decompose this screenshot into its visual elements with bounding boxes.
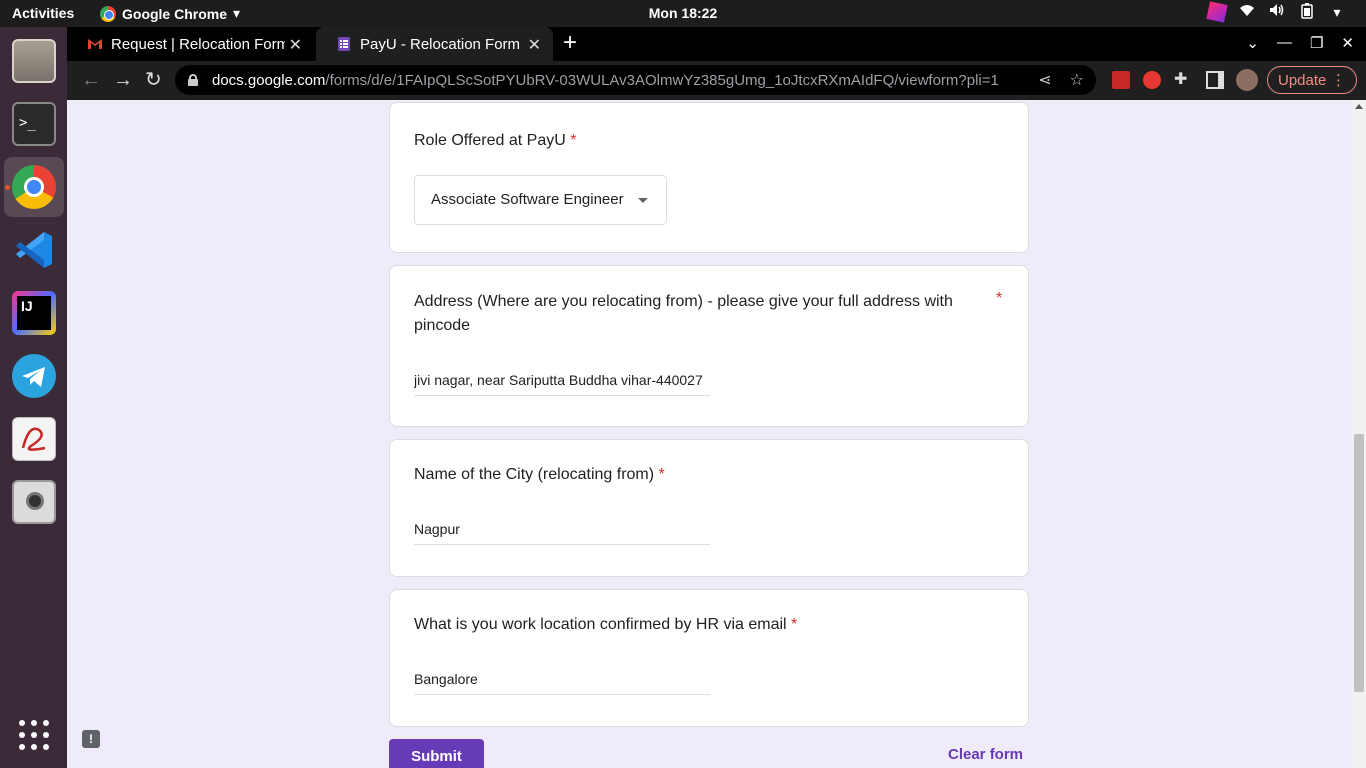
browser-toolbar: ← → ↻ docs.google.com/forms/d/e/1FAIpQLS… — [67, 61, 1366, 100]
scrollbar-thumb[interactable] — [1354, 434, 1364, 692]
question-title: What is you work location confirmed by H… — [414, 616, 798, 633]
question-title: Name of the City (relocating from) * — [414, 466, 665, 483]
google-forms-icon — [336, 36, 352, 52]
work-location-input[interactable]: Bangalore — [414, 663, 710, 695]
volume-icon — [1268, 3, 1286, 21]
page-scrollbar[interactable] — [1352, 100, 1366, 768]
chrome-icon — [12, 165, 56, 209]
tab-title: Request | Relocation Form — [111, 35, 285, 53]
update-button[interactable]: Update ⋮ — [1267, 66, 1357, 94]
submit-button[interactable]: Submit — [389, 739, 484, 768]
show-applications-button[interactable] — [4, 705, 64, 765]
dock-camera[interactable] — [4, 472, 64, 532]
bookmark-star-icon[interactable]: ☆ — [1070, 70, 1084, 90]
camera-icon — [12, 480, 56, 524]
lock-icon[interactable] — [188, 74, 198, 86]
tab-search-icon[interactable]: ⌄ — [1246, 34, 1259, 52]
dock-telegram[interactable] — [4, 346, 64, 406]
dropdown-selected-value: Associate Software Engineer — [431, 191, 624, 208]
close-window-icon[interactable]: ✕ — [1341, 34, 1354, 52]
intellij-icon: IJ — [12, 291, 56, 335]
extensions-puzzle-icon[interactable]: ✚ — [1174, 71, 1192, 89]
app-menu[interactable]: Google Chrome ▾ — [100, 5, 240, 22]
app-menu-label: Google Chrome — [122, 5, 228, 22]
extension-bookmark-icon[interactable] — [1112, 71, 1130, 89]
required-asterisk: * — [570, 132, 577, 149]
required-asterisk: * — [996, 290, 1003, 307]
app-grid-icon — [19, 720, 49, 750]
city-input[interactable]: Nagpur — [414, 513, 710, 545]
reload-icon[interactable]: ↻ — [145, 69, 162, 91]
close-icon[interactable]: ✕ — [289, 35, 302, 55]
dock-document-viewer[interactable] — [4, 409, 64, 469]
side-panel-icon[interactable] — [1206, 71, 1224, 89]
question-title: Role Offered at PayU * — [414, 132, 577, 149]
dock: >_ IJ — [0, 27, 67, 768]
vscode-icon — [12, 228, 56, 272]
question-card-address: Address (Where are you relocating from) … — [389, 265, 1029, 427]
dropdown-arrow-icon — [638, 198, 648, 203]
more-vert-icon: ⋮ — [1331, 72, 1346, 89]
omnibox-actions: ⋖ ☆ — [1038, 70, 1084, 90]
app-indicator-icon[interactable] — [1206, 1, 1228, 23]
update-label: Update — [1278, 71, 1327, 89]
close-icon[interactable]: ✕ — [528, 35, 541, 55]
tab-title: PayU - Relocation Form — [360, 35, 521, 53]
required-asterisk: * — [658, 466, 665, 483]
system-top-bar: Activities Google Chrome ▾ Mon 18:22 ▾ — [0, 0, 1366, 27]
form-page: Role Offered at PayU * Associate Softwar… — [67, 100, 1352, 768]
url-text[interactable]: docs.google.com/forms/d/e/1FAIpQLScSotPY… — [212, 72, 999, 89]
question-card-city: Name of the City (relocating from) * Nag… — [389, 439, 1029, 577]
power-menu-chevron-icon: ▾ — [1333, 4, 1341, 20]
back-arrow-icon[interactable]: ← — [81, 69, 101, 91]
dock-vscode[interactable] — [4, 220, 64, 280]
dock-chrome[interactable] — [4, 157, 64, 217]
dock-terminal[interactable]: >_ — [4, 94, 64, 154]
profile-avatar[interactable] — [1236, 69, 1258, 91]
minimize-icon[interactable]: — — [1277, 34, 1292, 52]
tab-payu-relocation[interactable]: PayU - Relocation Form ✕ — [316, 27, 553, 61]
forward-arrow-icon[interactable]: → — [113, 69, 133, 91]
tab-strip: Request | Relocation Form ✕ PayU - Reloc… — [67, 27, 1366, 61]
share-icon[interactable]: ⋖ — [1038, 70, 1051, 90]
gmail-icon — [87, 36, 103, 52]
chrome-icon — [100, 5, 116, 22]
dock-intellij[interactable]: IJ — [4, 283, 64, 343]
clear-form-button[interactable]: Clear form — [948, 746, 1023, 763]
running-indicator — [5, 185, 10, 190]
extension-hand-icon[interactable] — [1143, 71, 1161, 89]
wifi-icon — [1238, 3, 1256, 21]
document-viewer-icon — [12, 417, 56, 461]
telegram-icon — [12, 354, 56, 398]
role-dropdown[interactable]: Associate Software Engineer — [414, 175, 667, 225]
tab-request-relocation[interactable]: Request | Relocation Form ✕ — [67, 27, 314, 61]
new-tab-button[interactable]: + — [563, 31, 577, 55]
restore-icon[interactable]: ❐ — [1310, 34, 1323, 52]
battery-icon — [1298, 3, 1316, 21]
report-feedback-icon[interactable]: ! — [82, 730, 100, 748]
activities-button[interactable]: Activities — [12, 5, 74, 21]
address-input[interactable]: jivi nagar, near Sariputta Buddha vihar-… — [414, 364, 710, 396]
address-bar[interactable]: docs.google.com/forms/d/e/1FAIpQLScSotPY… — [175, 65, 1096, 95]
system-tray[interactable]: ▾ — [1206, 1, 1346, 23]
terminal-icon: >_ — [12, 102, 56, 146]
required-asterisk: * — [791, 616, 798, 633]
window-controls: ⌄ — ❐ ✕ — [1246, 34, 1354, 52]
question-card-work-location: What is you work location confirmed by H… — [389, 589, 1029, 727]
dock-files[interactable] — [4, 31, 64, 91]
question-card-role: Role Offered at PayU * Associate Softwar… — [389, 102, 1029, 253]
scroll-up-arrow-icon[interactable] — [1355, 104, 1363, 109]
chevron-down-icon: ▾ — [233, 5, 241, 21]
question-title: Address (Where are you relocating from) … — [414, 293, 953, 334]
file-manager-icon — [12, 39, 56, 83]
